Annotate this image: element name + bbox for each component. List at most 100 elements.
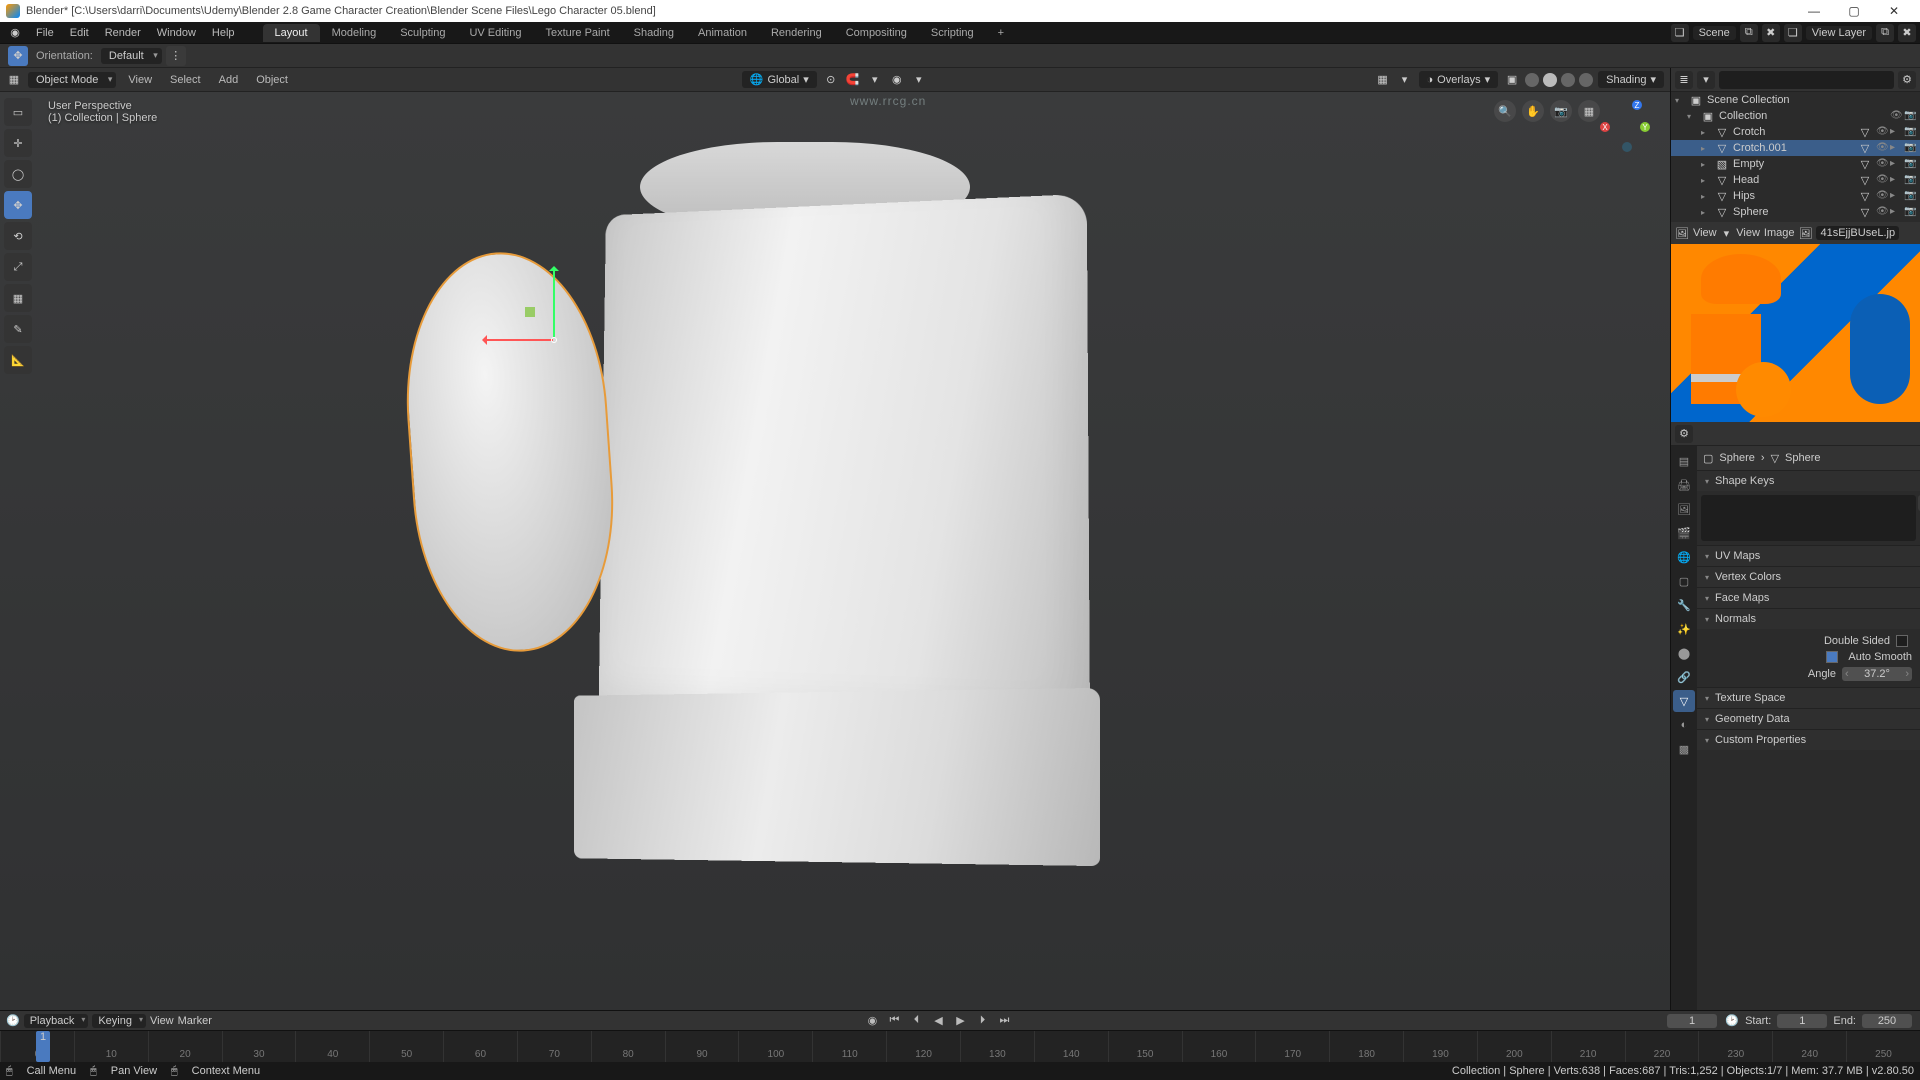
- timeline-menu-keying[interactable]: Keying: [92, 1014, 146, 1028]
- image-menu-image[interactable]: Image: [1764, 227, 1795, 239]
- shading-rendered-icon[interactable]: [1579, 73, 1593, 87]
- image-menu-view[interactable]: View: [1693, 227, 1717, 239]
- outliner-item-sphere[interactable]: ▸▽Sphere▽👁▸📷: [1671, 204, 1920, 220]
- viewport-menu-select[interactable]: Select: [162, 72, 209, 88]
- timeline-menu-view[interactable]: View: [150, 1015, 174, 1027]
- nav-pan-icon[interactable]: ✋: [1522, 100, 1544, 122]
- prop-tab-texture[interactable]: ▩: [1673, 738, 1695, 760]
- window-close-button[interactable]: ✕: [1874, 0, 1914, 22]
- tool-select-box[interactable]: ▭: [4, 98, 32, 126]
- eye-icon[interactable]: 👁: [1876, 174, 1888, 186]
- prop-tab-particles[interactable]: ✨: [1673, 618, 1695, 640]
- tab-add[interactable]: +: [986, 24, 1016, 42]
- jump-start-icon[interactable]: ⏮: [885, 1013, 903, 1029]
- shading-dropdown[interactable]: Shading ▾: [1598, 71, 1664, 88]
- jump-end-icon[interactable]: ⏭: [995, 1013, 1013, 1029]
- section-texture-space[interactable]: Texture Space: [1697, 688, 1920, 708]
- render-icon[interactable]: 📷: [1904, 126, 1916, 138]
- keyframe-next-icon[interactable]: ⏵: [973, 1013, 991, 1029]
- gizmo-options-icon[interactable]: ▾: [1395, 70, 1415, 90]
- tab-modeling[interactable]: Modeling: [320, 24, 389, 42]
- scene-browse-icon[interactable]: ❏: [1671, 24, 1689, 42]
- tool-rotate[interactable]: ⟲: [4, 222, 32, 250]
- tool-select-circle[interactable]: ◯: [4, 160, 32, 188]
- section-custom-properties[interactable]: Custom Properties: [1697, 730, 1920, 750]
- outliner-item-empty[interactable]: ▸▧Empty▽👁▸📷: [1671, 156, 1920, 172]
- tool-measure[interactable]: 📐: [4, 346, 32, 374]
- gizmo-axis-y[interactable]: [553, 267, 555, 337]
- section-geometry-data[interactable]: Geometry Data: [1697, 709, 1920, 729]
- outliner-editor-icon[interactable]: ≣: [1675, 71, 1693, 89]
- tab-texture-paint[interactable]: Texture Paint: [533, 24, 621, 42]
- viewport-menu-add[interactable]: Add: [211, 72, 247, 88]
- transform-orientation-dropdown[interactable]: 🌐 Global ▾: [742, 71, 817, 88]
- prop-tab-material[interactable]: ◐: [1673, 714, 1695, 736]
- menu-render[interactable]: Render: [97, 25, 149, 41]
- tool-scale[interactable]: ⤢: [4, 253, 32, 281]
- start-frame-field[interactable]: 1: [1777, 1014, 1827, 1028]
- select-icon[interactable]: ▸: [1890, 158, 1902, 170]
- orientation-dropdown[interactable]: Default: [101, 48, 162, 64]
- nav-camera-icon[interactable]: 📷: [1550, 100, 1572, 122]
- 3d-viewport[interactable]: User Perspective (1) Collection | Sphere…: [0, 92, 1670, 1010]
- gizmo-center[interactable]: [551, 337, 557, 343]
- select-icon[interactable]: ▸: [1890, 142, 1902, 154]
- eye-icon[interactable]: 👁: [1890, 110, 1902, 122]
- current-frame-field[interactable]: 1: [1667, 1014, 1717, 1028]
- scene-selector[interactable]: Scene: [1693, 26, 1736, 40]
- tool-transform[interactable]: ▦: [4, 284, 32, 312]
- editor-type-icon[interactable]: ▦: [4, 70, 24, 90]
- eye-icon[interactable]: 👁: [1876, 190, 1888, 202]
- proportional-icon[interactable]: ◉: [887, 70, 907, 90]
- prop-tab-constraints[interactable]: 🔗: [1673, 666, 1695, 688]
- render-icon[interactable]: 📷: [1904, 190, 1916, 202]
- section-vertex-colors[interactable]: Vertex Colors: [1697, 567, 1920, 587]
- eye-icon[interactable]: 👁: [1876, 206, 1888, 218]
- scene-new-icon[interactable]: ⧉: [1740, 24, 1758, 42]
- tool-move[interactable]: ✥: [4, 191, 32, 219]
- pivot-icon[interactable]: ⊙: [821, 70, 841, 90]
- nav-zoom-icon[interactable]: 🔍: [1494, 100, 1516, 122]
- gizmo-axis-x[interactable]: [483, 339, 553, 341]
- viewport-menu-object[interactable]: Object: [248, 72, 296, 88]
- outliner-scene-collection[interactable]: ▾▣ Scene Collection: [1671, 92, 1920, 108]
- props-editor-icon[interactable]: ⚙: [1675, 425, 1693, 443]
- outliner-item-crotch[interactable]: ▸▽Crotch▽👁▸📷: [1671, 124, 1920, 140]
- gizmo-plane-handle[interactable]: [525, 307, 535, 317]
- snap-options-icon[interactable]: ▾: [865, 70, 885, 90]
- window-maximize-button[interactable]: ▢: [1834, 0, 1874, 22]
- image-menu-view2[interactable]: View: [1736, 227, 1760, 239]
- prop-tab-object[interactable]: ▢: [1673, 570, 1695, 592]
- render-icon[interactable]: 📷: [1904, 142, 1916, 154]
- double-sided-checkbox[interactable]: [1896, 635, 1908, 647]
- timeline-menu-playback[interactable]: Playback: [24, 1014, 89, 1028]
- viewport-menu-view[interactable]: View: [120, 72, 160, 88]
- autokey-icon[interactable]: ◉: [863, 1013, 881, 1029]
- reference-image[interactable]: [1671, 244, 1920, 422]
- section-shape-keys[interactable]: Shape Keys: [1697, 471, 1920, 491]
- xray-icon[interactable]: ▣: [1502, 70, 1522, 90]
- section-face-maps[interactable]: Face Maps: [1697, 588, 1920, 608]
- play-icon[interactable]: ▶: [951, 1013, 969, 1029]
- shading-lookdev-icon[interactable]: [1561, 73, 1575, 87]
- image-browse-icon[interactable]: 🖼: [1799, 227, 1813, 240]
- prop-tab-world[interactable]: 🌐: [1673, 546, 1695, 568]
- section-uv-maps[interactable]: UV Maps: [1697, 546, 1920, 566]
- viewlayer-browse-icon[interactable]: ❏: [1784, 24, 1802, 42]
- end-frame-field[interactable]: 250: [1862, 1014, 1912, 1028]
- timeline-editor-icon[interactable]: 🕑: [6, 1014, 20, 1027]
- prop-tab-output[interactable]: 🖨: [1673, 474, 1695, 496]
- render-icon[interactable]: 📷: [1904, 110, 1916, 122]
- image-editor-icon[interactable]: 🖼: [1675, 227, 1689, 240]
- viewlayer-delete-icon[interactable]: ✖: [1898, 24, 1916, 42]
- window-minimize-button[interactable]: —: [1794, 0, 1834, 22]
- section-normals[interactable]: Normals: [1697, 609, 1920, 629]
- sync-icon[interactable]: 🕑: [1723, 1013, 1741, 1029]
- select-icon[interactable]: ▸: [1890, 174, 1902, 186]
- move-tool-icon[interactable]: ✥: [8, 46, 28, 66]
- eye-icon[interactable]: 👁: [1876, 126, 1888, 138]
- menu-edit[interactable]: Edit: [62, 25, 97, 41]
- outliner-search[interactable]: [1719, 71, 1894, 89]
- outliner-item-crotch-001[interactable]: ▸▽Crotch.001▽👁▸📷: [1671, 140, 1920, 156]
- shading-solid-icon[interactable]: [1543, 73, 1557, 87]
